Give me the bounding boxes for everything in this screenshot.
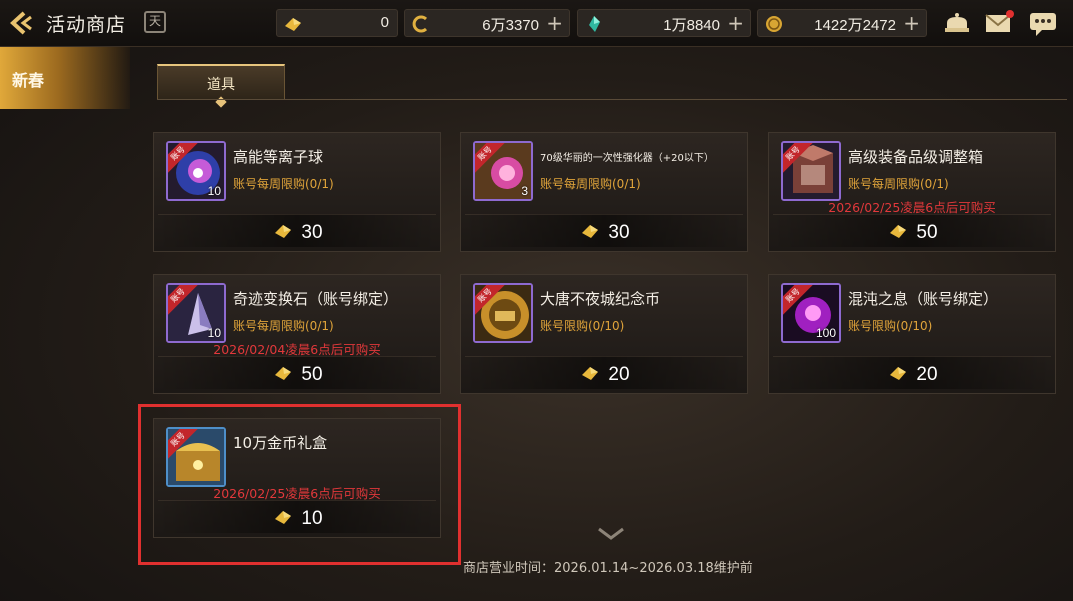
sidebar-item-label: 新春: [12, 71, 45, 90]
add-currency-button[interactable]: +: [903, 11, 920, 35]
shop-item-card[interactable]: 账号 10 高能等离子球账号每周限购(0/1) 30: [153, 132, 441, 252]
price-value: 30: [301, 222, 323, 243]
item-thumbnail: 账号: [781, 141, 841, 201]
page-title: 活动商店: [46, 14, 127, 36]
item-name: 奇迹变换石（账号绑定）: [233, 290, 399, 308]
item-price[interactable]: 50: [154, 363, 440, 386]
item-price[interactable]: 20: [769, 363, 1055, 386]
price-value: 50: [301, 364, 323, 385]
currency-gold-ingot: 0: [276, 9, 398, 37]
item-price[interactable]: 50: [769, 221, 1055, 244]
item-quantity: 100: [815, 326, 836, 340]
item-price[interactable]: 30: [461, 221, 747, 244]
add-currency-button[interactable]: +: [546, 11, 563, 35]
gold-coin-icon: [766, 16, 782, 32]
highlight-box: [138, 404, 461, 565]
item-name: 70级华丽的一次性强化器（+20以下）: [540, 153, 714, 164]
purchase-limit: 账号每周限购(0/1): [848, 177, 949, 191]
shop-item-card[interactable]: 账号 100 混沌之息（账号绑定） 账号限购(0/10) 20: [768, 274, 1056, 394]
shop-bag-icon[interactable]: [942, 9, 972, 37]
back-arrow-icon[interactable]: [6, 8, 36, 38]
item-name: 混沌之息（账号绑定）: [848, 290, 999, 308]
chat-icon[interactable]: [1028, 9, 1058, 37]
top-bar: 活动商店 天 0 6万3370 + 1万8840 + 1422万2472 +: [0, 0, 1073, 47]
item-thumbnail: 账号 100: [781, 283, 841, 343]
currency-c-coin: 6万3370 +: [404, 9, 570, 37]
gold-ingot-icon: [275, 225, 292, 238]
shop-item-card[interactable]: 账号 高级装备品级调整箱 账号每周限购(0/1) 2026/02/25凌晨6点后可购买…: [768, 132, 1056, 252]
purchase-limit: 账号每周限购(0/1): [233, 319, 334, 333]
item-thumbnail: 账号 3: [473, 141, 533, 201]
currency-value: 0: [380, 14, 389, 31]
gold-ingot-icon: [890, 367, 907, 380]
price-value: 20: [608, 364, 630, 385]
add-currency-button[interactable]: +: [727, 11, 744, 35]
currency-value: 1422万2472: [814, 17, 896, 34]
mail-icon[interactable]: [984, 9, 1014, 37]
shop-item-card[interactable]: 账号 大唐不夜城纪念币账号限购(0/10) 20: [460, 274, 748, 394]
green-crystal-icon: [589, 16, 600, 32]
tab-items[interactable]: 道具: [157, 64, 285, 108]
currency-value: 6万3370: [482, 17, 539, 34]
price-value: 50: [916, 222, 938, 243]
item-price[interactable]: 30: [154, 221, 440, 244]
currency-green-crystal: 1万8840 +: [577, 9, 751, 37]
price-value: 20: [916, 364, 938, 385]
sidebar-item-xinchun[interactable]: 新春: [0, 47, 130, 109]
currency-value: 1万8840: [663, 17, 720, 34]
item-name: 大唐不夜城纪念币: [540, 290, 661, 308]
shop-item-card[interactable]: 账号 3 70级华丽的一次性强化器（+20以下） 账号每周限购(0/1) 30: [460, 132, 748, 252]
item-name: 高能等离子球: [233, 148, 324, 166]
gold-ingot-icon: [285, 18, 301, 31]
gold-ingot-icon: [275, 367, 292, 380]
gold-ingot-icon: [582, 225, 599, 238]
calendar-icon[interactable]: 天: [144, 11, 166, 33]
gold-ingot-icon: [890, 225, 907, 238]
currency-gold-coin: 1422万2472 +: [757, 9, 927, 37]
item-quantity: 10: [207, 184, 221, 198]
shop-item-card[interactable]: 账号 10 奇迹变换石（账号绑定） 账号每周限购(0/1) 2026/02/04凌晨6点…: [153, 274, 441, 394]
tab-label: 道具: [207, 77, 235, 93]
item-quantity: 3: [521, 184, 528, 198]
item-thumbnail: 账号 10: [166, 283, 226, 343]
item-name: 高级装备品级调整箱: [848, 148, 984, 166]
purchase-limit: 账号限购(0/10): [848, 319, 933, 333]
price-value: 30: [608, 222, 630, 243]
item-thumbnail: 账号: [473, 283, 533, 343]
c-coin-icon: [412, 15, 428, 33]
gold-ingot-icon: [582, 367, 599, 380]
purchase-limit: 账号每周限购(0/1): [233, 177, 334, 191]
purchase-limit: 账号每周限购(0/1): [540, 177, 641, 191]
shop-hours-text: 商店营业时间：2026.01.14~2026.03.18维护前: [463, 561, 753, 576]
purchase-limit: 账号限购(0/10): [540, 319, 625, 333]
tab-divider: [157, 99, 1067, 100]
scroll-down-icon[interactable]: [597, 526, 625, 540]
item-quantity: 10: [207, 326, 221, 340]
item-thumbnail: 账号 10: [166, 141, 226, 201]
item-price[interactable]: 20: [461, 363, 747, 386]
